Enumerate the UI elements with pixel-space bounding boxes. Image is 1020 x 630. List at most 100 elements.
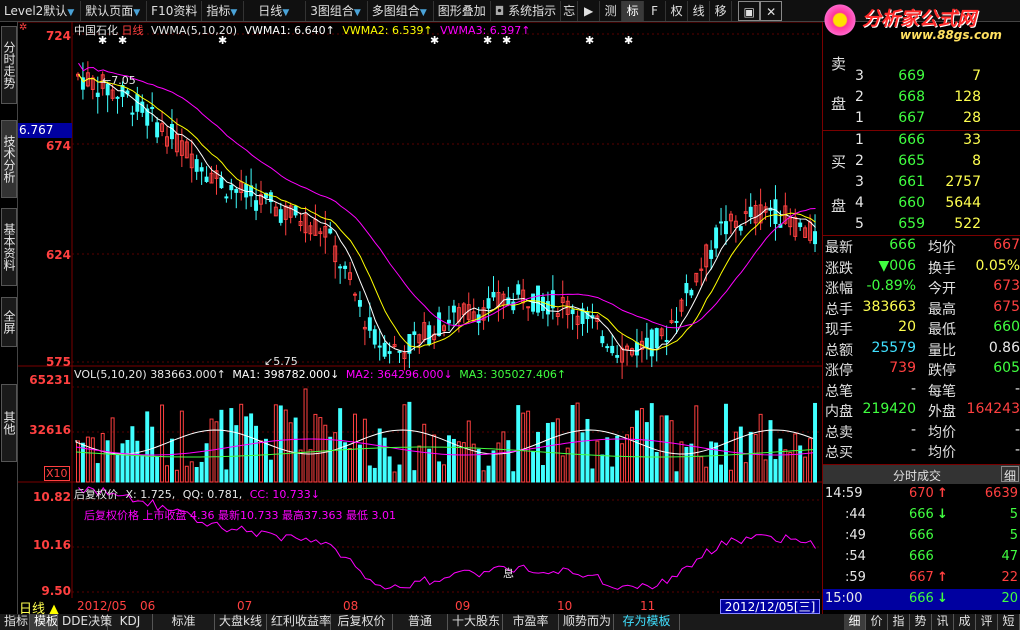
quote-value: 605 — [993, 360, 1020, 376]
volume-bar — [194, 467, 199, 483]
quote-panel-tab[interactable]: 指 — [888, 614, 910, 630]
toolbar-tab-test[interactable]: 测 — [600, 0, 623, 21]
tick-header[interactable]: 分时成交 细 — [823, 464, 1020, 484]
toolbar-system-indicator[interactable]: ◘ 系统指示 — [491, 0, 562, 21]
candle-body — [773, 199, 778, 225]
bottom-tab[interactable]: 后复权价 — [331, 614, 393, 630]
volume-bar — [753, 433, 758, 483]
toolbar-overlay[interactable]: 图形叠加 — [434, 0, 491, 21]
quote-value: ▼006 — [878, 257, 917, 274]
bottom-tab[interactable]: 大盘k线 — [215, 614, 267, 630]
candle-body — [372, 329, 377, 345]
buy-price: 659 — [898, 216, 925, 232]
bottom-tab[interactable]: 普通 — [393, 614, 448, 630]
candle-body — [115, 96, 120, 99]
volume-bar — [85, 436, 90, 483]
toolbar-f10[interactable]: F10资料 — [147, 0, 203, 21]
quote-panel-tab[interactable]: 短 — [998, 614, 1020, 630]
volume-bar — [254, 425, 259, 483]
candle-body — [748, 206, 753, 218]
volume-bar — [511, 471, 516, 483]
quote-row: 现手 20 最低 660 — [823, 317, 1020, 338]
adj-cc: CC: 10.733↓ — [249, 488, 321, 501]
chevron-down-icon: ▼ — [282, 7, 290, 18]
volume-bar — [392, 471, 397, 483]
quote-panel-tab[interactable]: 评 — [976, 614, 998, 630]
quote-row: 涨跌 ▼006 换手 0.05% — [823, 256, 1020, 277]
tick-volume: 6639 — [984, 486, 1018, 501]
quote-label: 外盘 — [928, 404, 956, 420]
window-close-icon[interactable]: ✕ — [760, 0, 783, 21]
tab-other[interactable]: 其他 — [1, 384, 17, 462]
bottom-tab[interactable]: 存为模板 — [614, 614, 680, 630]
toolbar-tab-move[interactable]: 移 — [710, 0, 733, 21]
toolbar-tab-mark[interactable]: 标 — [622, 0, 645, 21]
candle-body — [343, 265, 348, 269]
sell-volume: 7 — [972, 68, 981, 84]
tick-arrow-icon: ↑ — [937, 570, 948, 585]
volume-bar — [620, 443, 625, 483]
buy-volume: 8 — [972, 153, 981, 169]
quote-panel-tab[interactable]: 成 — [954, 614, 976, 630]
volume-bar — [664, 415, 669, 483]
quote-value: 0.86 — [988, 339, 1020, 356]
candle-body — [150, 106, 155, 110]
toolbar-more[interactable]: 忘 — [561, 0, 579, 21]
low-annotation: ↙5.75 — [264, 355, 298, 368]
bottom-tab[interactable]: KDJ — [108, 614, 153, 630]
toolbar-level2[interactable]: Level2默认▼ — [0, 0, 82, 21]
bottom-tab[interactable]: 市盈率 — [503, 614, 559, 630]
bottom-tab[interactable]: 模板 — [30, 614, 58, 630]
toolbar-daily[interactable]: 日线▼ — [244, 0, 307, 21]
tick-price: 666 — [909, 549, 934, 564]
toolbar-tab-right[interactable]: 权 — [666, 0, 689, 21]
tab-intraday[interactable]: 分时走势 — [1, 26, 17, 104]
tab-technical[interactable]: 技术分析 — [1, 120, 17, 198]
vwma1-line — [78, 73, 816, 353]
toolbar-default-page[interactable]: 默认页面▼ — [81, 0, 148, 21]
candle-body — [664, 339, 669, 342]
period-indicator[interactable]: 日线 ▲ — [19, 598, 59, 617]
buy-price: 660 — [898, 195, 925, 211]
bottom-tab[interactable]: 红利收益率 — [267, 614, 331, 630]
volume-bar — [234, 425, 239, 483]
volume-bar — [644, 422, 649, 483]
quote-panel-tab[interactable]: 价 — [866, 614, 888, 630]
candle-body — [605, 346, 610, 349]
tick-price: 666 — [909, 507, 934, 522]
candle-body — [278, 209, 283, 223]
toolbar-indicator[interactable]: 指标▼ — [202, 0, 245, 21]
tab-fullscreen[interactable]: 全屏 — [1, 297, 17, 347]
buy-price: 666 — [898, 132, 925, 148]
toolbar-multichart[interactable]: 多图组合▼ — [368, 0, 434, 21]
volume-bar — [491, 450, 496, 483]
tick-volume: 5 — [1009, 507, 1018, 522]
bottom-tab[interactable]: DDE决策 — [58, 614, 112, 630]
volume-bar — [199, 461, 204, 483]
volume-bar — [169, 438, 174, 483]
window-minimize-icon[interactable]: ▣ — [738, 0, 761, 21]
toolbar-3chart[interactable]: 3图组合▼ — [306, 0, 368, 21]
bottom-tab[interactable]: 十大股东 — [448, 614, 503, 630]
bottom-tab[interactable]: 顺势而为 — [559, 614, 614, 630]
volume-bar — [412, 470, 417, 483]
quote-panel-tab[interactable]: 讯 — [932, 614, 954, 630]
bottom-tab[interactable]: 标准 — [153, 614, 215, 630]
sell-volume: 128 — [954, 89, 981, 105]
candle-body — [353, 293, 357, 296]
volume-bar — [575, 402, 580, 483]
volume-bar — [516, 405, 521, 483]
quote-panel-tab[interactable]: 细 — [844, 614, 866, 630]
event-marker-icon: ✱ — [585, 34, 594, 47]
vwma3-line — [78, 62, 816, 329]
volume-bar — [590, 468, 595, 483]
tab-fundamental[interactable]: 基本资料 — [1, 208, 17, 286]
bottom-tab[interactable]: 指标 — [0, 614, 30, 630]
toolbar-tab-line[interactable]: 线 — [688, 0, 711, 21]
volume-bar — [224, 469, 229, 483]
tick-detail-button[interactable]: 细 — [1001, 466, 1019, 483]
quote-panel-tab[interactable]: 势 — [910, 614, 932, 630]
play-icon[interactable]: ▶ — [578, 0, 601, 21]
volume-bar — [283, 409, 288, 483]
toolbar-tab-f[interactable]: F — [644, 0, 667, 21]
